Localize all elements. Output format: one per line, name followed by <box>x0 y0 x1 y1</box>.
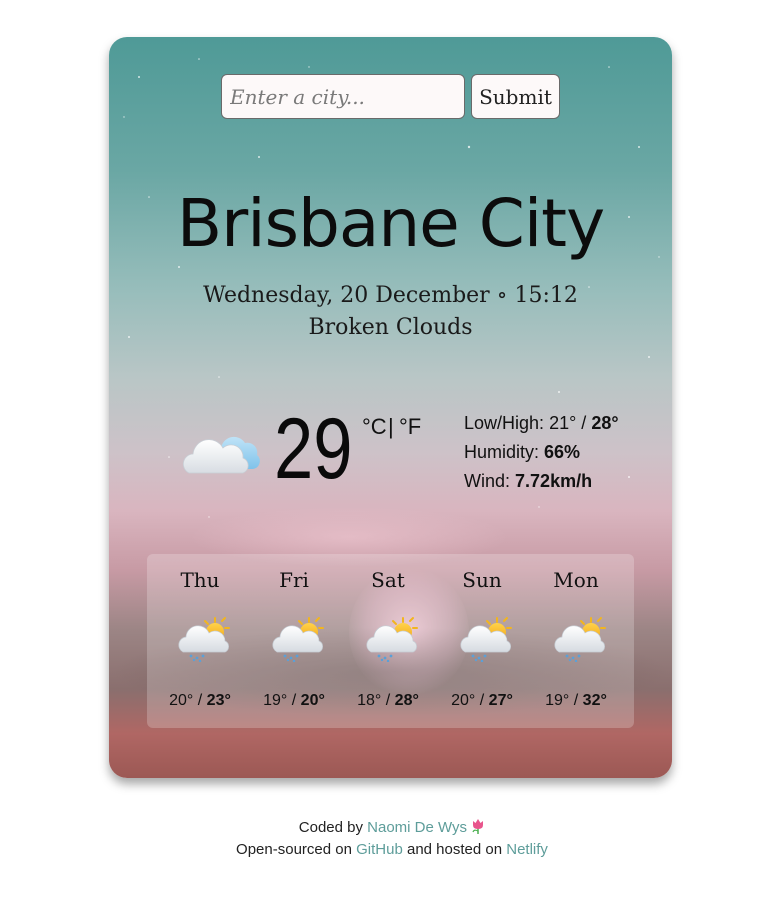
tulip-icon <box>472 819 484 834</box>
forecast-temperature: 19° / 20° <box>263 692 325 709</box>
low-high-row: Low/High: 21° / 28° <box>464 413 619 433</box>
hosted-text: and hosted on <box>406 841 503 858</box>
search-form: Submit <box>221 74 560 119</box>
celsius-link[interactable]: °C <box>362 414 387 440</box>
date-time: Wednesday, 20 December ∘ 15:12 <box>203 283 578 308</box>
wind-row: Wind: 7.72km/h <box>464 467 619 496</box>
forecast-day: Sun 20° / 27° <box>435 554 529 728</box>
sun-cloud-rain-icon <box>365 617 418 662</box>
low-high-label: Low/High: <box>464 413 545 433</box>
weather-card: Submit Brisbane City Wednesday, 20 Decem… <box>109 37 672 778</box>
submit-button[interactable]: Submit <box>471 74 560 119</box>
high-temperature: 28° <box>591 413 619 433</box>
author-link[interactable]: Naomi De Wys <box>367 819 467 836</box>
forecast-day-name: Mon <box>553 568 599 592</box>
footer-credit: Coded by Naomi De Wys <box>0 818 784 836</box>
unit-separator: | <box>388 414 394 439</box>
forecast-temperature: 18° / 28° <box>357 692 419 709</box>
current-temperature: 29 <box>274 401 353 497</box>
city-search-input[interactable] <box>221 74 465 119</box>
humidity-value: 66% <box>544 442 581 462</box>
cloud-icon <box>182 436 260 474</box>
netlify-link[interactable]: Netlify <box>506 841 548 858</box>
forecast-day-name: Fri <box>279 568 309 592</box>
forecast-temperature: 19° / 32° <box>545 692 607 709</box>
humidity-label: Humidity: <box>464 442 540 462</box>
fahrenheit-link[interactable]: °F <box>399 414 421 440</box>
sun-cloud-rain-icon <box>459 617 512 662</box>
forecast-day: Thu 20° / 23° <box>153 554 247 728</box>
forecast-temperature: 20° / 23° <box>169 692 231 709</box>
weather-description: Broken Clouds <box>308 315 473 340</box>
open-sourced-text: Open-sourced on <box>236 841 352 858</box>
low-temperature: 21° <box>549 413 577 433</box>
humidity-row: Humidity: 66% <box>464 438 619 467</box>
forecast-day-name: Thu <box>180 568 220 592</box>
sun-cloud-rain-icon <box>271 617 324 662</box>
city-name: Brisbane City <box>176 185 605 262</box>
wind-value: 7.72km/h <box>515 471 593 491</box>
forecast-day: Fri 19° / 20° <box>247 554 341 728</box>
sun-cloud-rain-icon <box>553 617 606 662</box>
wind-label: Wind: <box>464 471 511 491</box>
forecast-day-name: Sun <box>462 568 502 592</box>
coded-by-text: Coded by <box>298 819 363 836</box>
forecast-day: Mon 19° / 32° <box>529 554 623 728</box>
forecast-panel: Thu 20° / 23° Fri 19° / 20° Sat 18° / 28… <box>147 554 634 728</box>
forecast-temperature: 20° / 27° <box>451 692 513 709</box>
footer-source: Open-sourced on GitHub and hosted on Net… <box>0 841 784 858</box>
github-link[interactable]: GitHub <box>356 841 403 858</box>
weather-details: Low/High: 21° / 28° Humidity: 66% Wind: … <box>464 409 619 496</box>
forecast-day-name: Sat <box>371 568 405 592</box>
forecast-day: Sat 18° / 28° <box>341 554 435 728</box>
sun-cloud-rain-icon <box>177 617 230 662</box>
